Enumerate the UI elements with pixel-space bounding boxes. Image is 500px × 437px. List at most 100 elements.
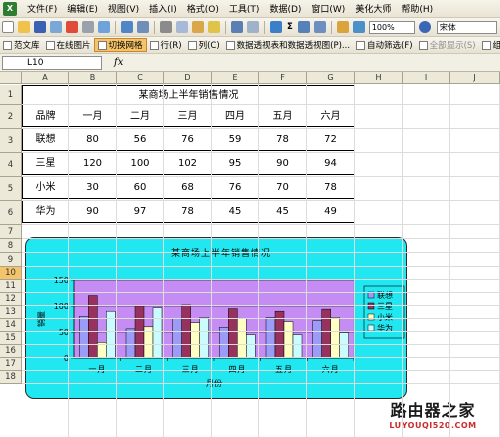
table-cell[interactable]: 100 bbox=[117, 152, 164, 175]
row-header-5[interactable]: 5 bbox=[0, 177, 22, 201]
row-header-17[interactable]: 17 bbox=[0, 358, 22, 371]
table-cell[interactable]: 45 bbox=[212, 200, 259, 223]
table-cell[interactable]: 78 bbox=[259, 128, 307, 151]
format-painter-icon[interactable] bbox=[208, 21, 220, 33]
menu-item[interactable]: 格式(O) bbox=[182, 2, 224, 15]
column-header-h[interactable]: H bbox=[355, 72, 403, 84]
table-cell[interactable]: 97 bbox=[117, 200, 164, 223]
row-header-8[interactable]: 8 bbox=[0, 239, 22, 253]
toolbar-button-group[interactable]: 组合(G)... bbox=[479, 39, 500, 51]
menu-item[interactable]: 编辑(E) bbox=[62, 2, 103, 15]
bar-联想-五月[interactable] bbox=[265, 317, 276, 359]
toolbar-button-picture[interactable]: 在线图片 bbox=[43, 39, 94, 51]
bar-联想-三月[interactable] bbox=[172, 318, 182, 359]
research-icon[interactable] bbox=[137, 21, 149, 33]
table-cell[interactable]: 90 bbox=[69, 200, 117, 223]
table-cell[interactable]: 95 bbox=[212, 152, 259, 175]
cut-icon[interactable] bbox=[160, 21, 172, 33]
hyperlink-icon[interactable] bbox=[270, 21, 282, 33]
row-header-12[interactable]: 12 bbox=[0, 293, 22, 306]
row-header-11[interactable]: 11 bbox=[0, 280, 22, 293]
row-header-13[interactable]: 13 bbox=[0, 306, 22, 319]
bar-小米-三月[interactable] bbox=[190, 322, 200, 359]
excel-app-icon[interactable]: X bbox=[3, 1, 17, 16]
select-all-corner[interactable] bbox=[0, 72, 22, 84]
table-cell[interactable]: 30 bbox=[69, 176, 117, 199]
copy-icon[interactable] bbox=[176, 21, 188, 33]
print-preview-icon[interactable] bbox=[98, 21, 110, 33]
bar-华为-三月[interactable] bbox=[199, 317, 209, 359]
new-file-icon[interactable] bbox=[2, 21, 14, 33]
bar-三星-四月[interactable] bbox=[228, 308, 238, 359]
bar-三星-二月[interactable] bbox=[134, 305, 145, 359]
row-header-18[interactable]: 18 bbox=[0, 371, 22, 384]
table-cell[interactable]: 102 bbox=[164, 152, 212, 175]
toolbar-button-pivot[interactable]: 数据透视表和数据透视图(P)... bbox=[223, 39, 353, 51]
table-cell[interactable]: 76 bbox=[164, 128, 212, 151]
table-cell[interactable]: 72 bbox=[307, 128, 355, 151]
row-header-1[interactable]: 1 bbox=[0, 85, 22, 105]
toolbar-button-grid-toggle[interactable]: 切换网格 bbox=[93, 38, 147, 52]
row-header-4[interactable]: 4 bbox=[0, 153, 22, 177]
row-header-2[interactable]: 2 bbox=[0, 105, 22, 129]
toolbar-button-column[interactable]: 列(C) bbox=[185, 39, 223, 51]
help-icon[interactable] bbox=[418, 21, 431, 33]
column-header-g[interactable]: G bbox=[307, 72, 355, 84]
table-header-cell[interactable]: 六月 bbox=[307, 104, 355, 127]
table-cell[interactable]: 90 bbox=[259, 152, 307, 175]
permission-icon[interactable] bbox=[50, 21, 62, 33]
toolbar-button-row[interactable]: 行(R) bbox=[147, 39, 185, 51]
column-header-b[interactable]: B bbox=[69, 72, 117, 84]
menu-item[interactable]: 文件(F) bbox=[22, 2, 62, 15]
bar-华为-五月[interactable] bbox=[292, 334, 303, 359]
table-cell[interactable]: 70 bbox=[259, 176, 307, 199]
bar-小米-六月[interactable] bbox=[330, 317, 340, 359]
open-folder-icon[interactable] bbox=[18, 21, 30, 33]
column-header-j[interactable]: J bbox=[450, 72, 500, 84]
redo-icon[interactable] bbox=[247, 21, 259, 33]
sort-descending-icon[interactable] bbox=[313, 21, 326, 33]
table-cell[interactable]: 60 bbox=[117, 176, 164, 199]
bar-华为-六月[interactable] bbox=[339, 332, 349, 359]
table-header-cell[interactable]: 二月 bbox=[117, 104, 164, 127]
bar-联想-六月[interactable] bbox=[312, 320, 322, 359]
table-cell[interactable]: 56 bbox=[117, 128, 164, 151]
menu-item[interactable]: 数据(D) bbox=[264, 2, 306, 15]
column-header-c[interactable]: C bbox=[117, 72, 164, 84]
table-cell[interactable]: 76 bbox=[212, 176, 259, 199]
toolbar-button-template[interactable]: 范文库 bbox=[0, 39, 43, 51]
row-header-15[interactable]: 15 bbox=[0, 332, 22, 345]
bar-小米-四月[interactable] bbox=[237, 318, 247, 359]
table-cell[interactable]: 小米 bbox=[22, 176, 69, 199]
column-header-f[interactable]: F bbox=[259, 72, 307, 84]
pdf-icon[interactable] bbox=[66, 21, 78, 33]
table-cell[interactable]: 94 bbox=[307, 152, 355, 175]
table-cell[interactable]: 45 bbox=[259, 200, 307, 223]
menu-item[interactable]: 帮助(H) bbox=[396, 2, 438, 15]
column-header-d[interactable]: D bbox=[164, 72, 212, 84]
zoom-select[interactable]: 100% bbox=[368, 20, 415, 34]
toolbar-button-show-all[interactable]: 全部显示(S) bbox=[416, 39, 479, 51]
print-icon[interactable] bbox=[82, 21, 94, 33]
autosum-icon[interactable]: Σ bbox=[284, 22, 296, 32]
table-cell[interactable]: 联想 bbox=[22, 128, 69, 151]
table-cell[interactable]: 三星 bbox=[22, 152, 69, 175]
font-select[interactable]: 宋体 bbox=[436, 20, 497, 34]
drawing-icon[interactable] bbox=[352, 21, 365, 33]
menu-item[interactable]: 视图(V) bbox=[103, 2, 144, 15]
save-icon[interactable] bbox=[34, 21, 46, 33]
menu-item[interactable]: 工具(T) bbox=[224, 2, 265, 15]
table-header-cell[interactable]: 品牌 bbox=[22, 104, 69, 127]
name-box[interactable]: L10 bbox=[2, 55, 102, 70]
table-cell[interactable]: 78 bbox=[164, 200, 212, 223]
column-header-a[interactable]: A bbox=[22, 72, 69, 84]
worksheet-grid[interactable]: 某商场上半年销售情况 品牌 一月 二月 三月 四月 五月 六月 联想 80 56 76 59 78 72 三… bbox=[0, 72, 500, 437]
table-cell[interactable]: 49 bbox=[307, 200, 355, 223]
table-cell[interactable]: 59 bbox=[212, 128, 259, 151]
table-cell[interactable]: 68 bbox=[164, 176, 212, 199]
table-header-cell[interactable]: 一月 bbox=[69, 104, 117, 127]
undo-icon[interactable] bbox=[231, 21, 243, 33]
fx-icon[interactable]: fx bbox=[114, 57, 123, 68]
table-header-cell[interactable]: 五月 bbox=[259, 104, 307, 127]
menu-item[interactable]: 美化大师 bbox=[350, 2, 396, 15]
